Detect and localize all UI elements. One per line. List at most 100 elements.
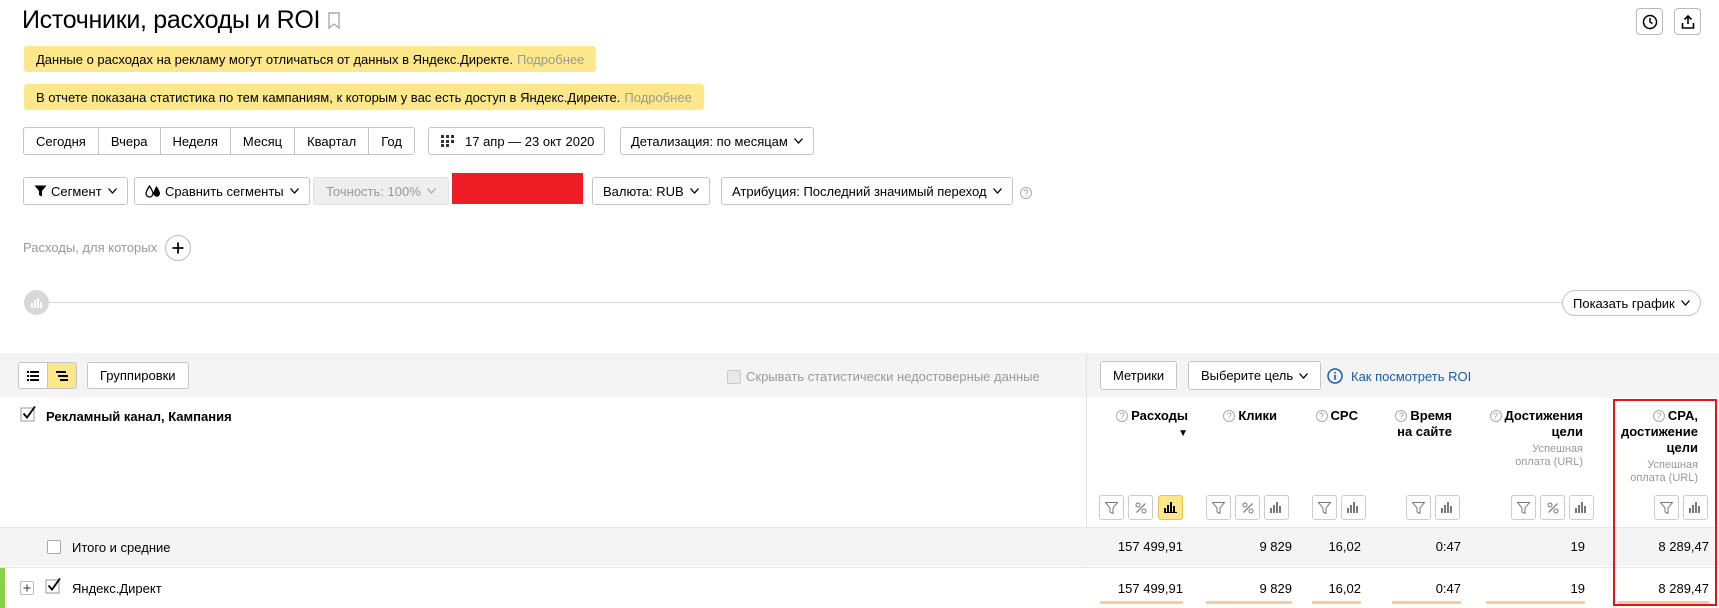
value-bar: [1312, 601, 1361, 604]
how-roi-link[interactable]: Как посмотреть ROI: [1327, 368, 1471, 384]
add-expense-filter-button[interactable]: [165, 235, 191, 261]
col-percent-button[interactable]: [1128, 495, 1153, 520]
col-chart-button[interactable]: [1264, 495, 1289, 520]
groupings-button[interactable]: Группировки: [87, 362, 189, 389]
value-bar: [1486, 601, 1585, 604]
cell-clicks: 9 829: [1259, 539, 1292, 554]
chevron-down-icon: [1680, 300, 1690, 306]
expand-row-button[interactable]: [20, 581, 34, 595]
funnel-icon: [1105, 501, 1118, 514]
funnel-icon: [1412, 501, 1425, 514]
notice-more-link[interactable]: Подробнее: [624, 90, 691, 105]
tree-view-button[interactable]: [48, 363, 76, 388]
row-name: Итого и средние: [72, 540, 171, 555]
bars-icon: [1441, 502, 1452, 513]
col-chart-button[interactable]: [1435, 495, 1460, 520]
detail-dropdown[interactable]: Детализация: по месяцам: [620, 127, 814, 155]
accuracy-label: Точность: 100%: [326, 183, 421, 199]
show-chart-button[interactable]: Показать график: [1562, 290, 1701, 316]
filter-icon: [34, 185, 47, 197]
history-button[interactable]: [1636, 8, 1663, 35]
chevron-down-icon: [1299, 372, 1309, 379]
row-checkbox[interactable]: [45, 577, 63, 595]
col-chart-button[interactable]: [1158, 495, 1183, 520]
col-filter-button[interactable]: [1406, 495, 1431, 520]
cell-expenses: 157 499,91: [1117, 581, 1183, 596]
col-header-time-on-site[interactable]: ? Время на сайте: [1390, 408, 1452, 440]
bookmark-icon[interactable]: [327, 12, 341, 30]
col-header-cpc[interactable]: ? CPC: [1310, 408, 1358, 424]
col-percent-button[interactable]: [1540, 495, 1565, 520]
col-percent-button[interactable]: [1235, 495, 1260, 520]
select-goal-dropdown[interactable]: Выберите цель: [1188, 361, 1322, 390]
chart-divider: [49, 302, 1563, 303]
col-chart-button[interactable]: [1341, 495, 1366, 520]
cell-expenses: 157 499,91: [1117, 539, 1183, 554]
bar-chart-icon: [31, 297, 42, 308]
currency-label: Валюта: RUB: [603, 183, 684, 199]
date-range-picker[interactable]: 17 апр — 23 окт 2020: [428, 127, 606, 155]
hide-unreliable-toggle[interactable]: Скрывать статистически недостоверные дан…: [727, 369, 1040, 384]
col-label: на сайте: [1397, 424, 1452, 439]
period-year[interactable]: Год: [369, 128, 414, 154]
attribution-dropdown[interactable]: Атрибуция: Последний значимый переход: [721, 177, 1013, 205]
chevron-down-icon: [793, 138, 803, 144]
notice-more-link[interactable]: Подробнее: [517, 52, 584, 67]
period-quarter[interactable]: Квартал: [295, 128, 370, 154]
table-row: Яндекс.Директ 157 499,91 9 829 16,02 0:4…: [0, 567, 1719, 608]
cell-cpc: 16,02: [1328, 581, 1361, 596]
row-accent: [0, 568, 5, 608]
period-week[interactable]: Неделя: [160, 128, 231, 154]
upload-icon: [1681, 14, 1694, 29]
chevron-down-icon: [426, 188, 436, 194]
chevron-down-icon: [107, 188, 117, 194]
attribution-label: Атрибуция: Последний значимый переход: [732, 183, 987, 199]
calendar-icon: [441, 135, 454, 147]
redacted-block: [452, 173, 583, 204]
segment-button[interactable]: Сегмент: [23, 177, 128, 205]
period-yesterday[interactable]: Вчера: [98, 128, 161, 154]
col-header-goal-reaches[interactable]: ? Достижения цели Успешная оплата (URL): [1480, 408, 1583, 469]
col-filter-button[interactable]: [1312, 495, 1337, 520]
funnel-icon: [1517, 501, 1530, 514]
col-chart-button[interactable]: [1569, 495, 1594, 520]
value-bar: [1100, 601, 1183, 604]
list-icon: [27, 370, 39, 381]
accuracy-dropdown[interactable]: Точность: 100%: [313, 177, 449, 205]
period-month[interactable]: Месяц: [230, 128, 296, 154]
period-today[interactable]: Сегодня: [24, 128, 99, 154]
dimension-header: Рекламный канал, Кампания: [46, 409, 232, 424]
col-filter-button[interactable]: [1206, 495, 1231, 520]
compare-segments-button[interactable]: Сравнить сегменты: [134, 177, 310, 205]
export-button[interactable]: [1674, 8, 1701, 35]
col-header-clicks[interactable]: ? Клики: [1215, 408, 1277, 424]
hide-unreliable-checkbox[interactable]: [727, 369, 741, 384]
value-bar: [1392, 601, 1461, 604]
row-checkbox[interactable]: [47, 540, 61, 554]
chevron-down-icon: [289, 188, 299, 194]
highlight-frame: [1613, 399, 1717, 606]
col-label: Время: [1410, 408, 1452, 423]
funnel-icon: [1212, 501, 1225, 514]
col-header-expenses[interactable]: ? Расходы ▼: [1100, 408, 1188, 442]
attribution-help-icon[interactable]: ?: [1020, 185, 1032, 200]
bars-icon: [1270, 502, 1281, 513]
chart-toggle[interactable]: [24, 290, 49, 315]
hide-unreliable-label: Скрывать статистически недостоверные дан…: [746, 369, 1040, 384]
currency-dropdown[interactable]: Валюта: RUB: [592, 177, 710, 205]
col-label: Достижения: [1504, 408, 1583, 423]
table-row-totals: Итого и средние 157 499,91 9 829 16,02 0…: [0, 527, 1719, 566]
dimension-checkbox[interactable]: [20, 405, 36, 422]
cell-goals: 19: [1570, 539, 1585, 554]
col-filter-button[interactable]: [1511, 495, 1536, 520]
bars-icon: [1164, 502, 1177, 513]
plus-icon: [172, 242, 184, 254]
list-view-button[interactable]: [19, 363, 48, 388]
cell-time: 0:47: [1435, 539, 1461, 554]
drops-icon: [145, 184, 160, 198]
tree-list-icon: [56, 370, 68, 381]
metrics-button[interactable]: Метрики: [1100, 361, 1178, 390]
segment-label: Сегмент: [51, 183, 102, 199]
col-filter-button[interactable]: [1099, 495, 1124, 520]
bars-icon: [1575, 502, 1586, 513]
